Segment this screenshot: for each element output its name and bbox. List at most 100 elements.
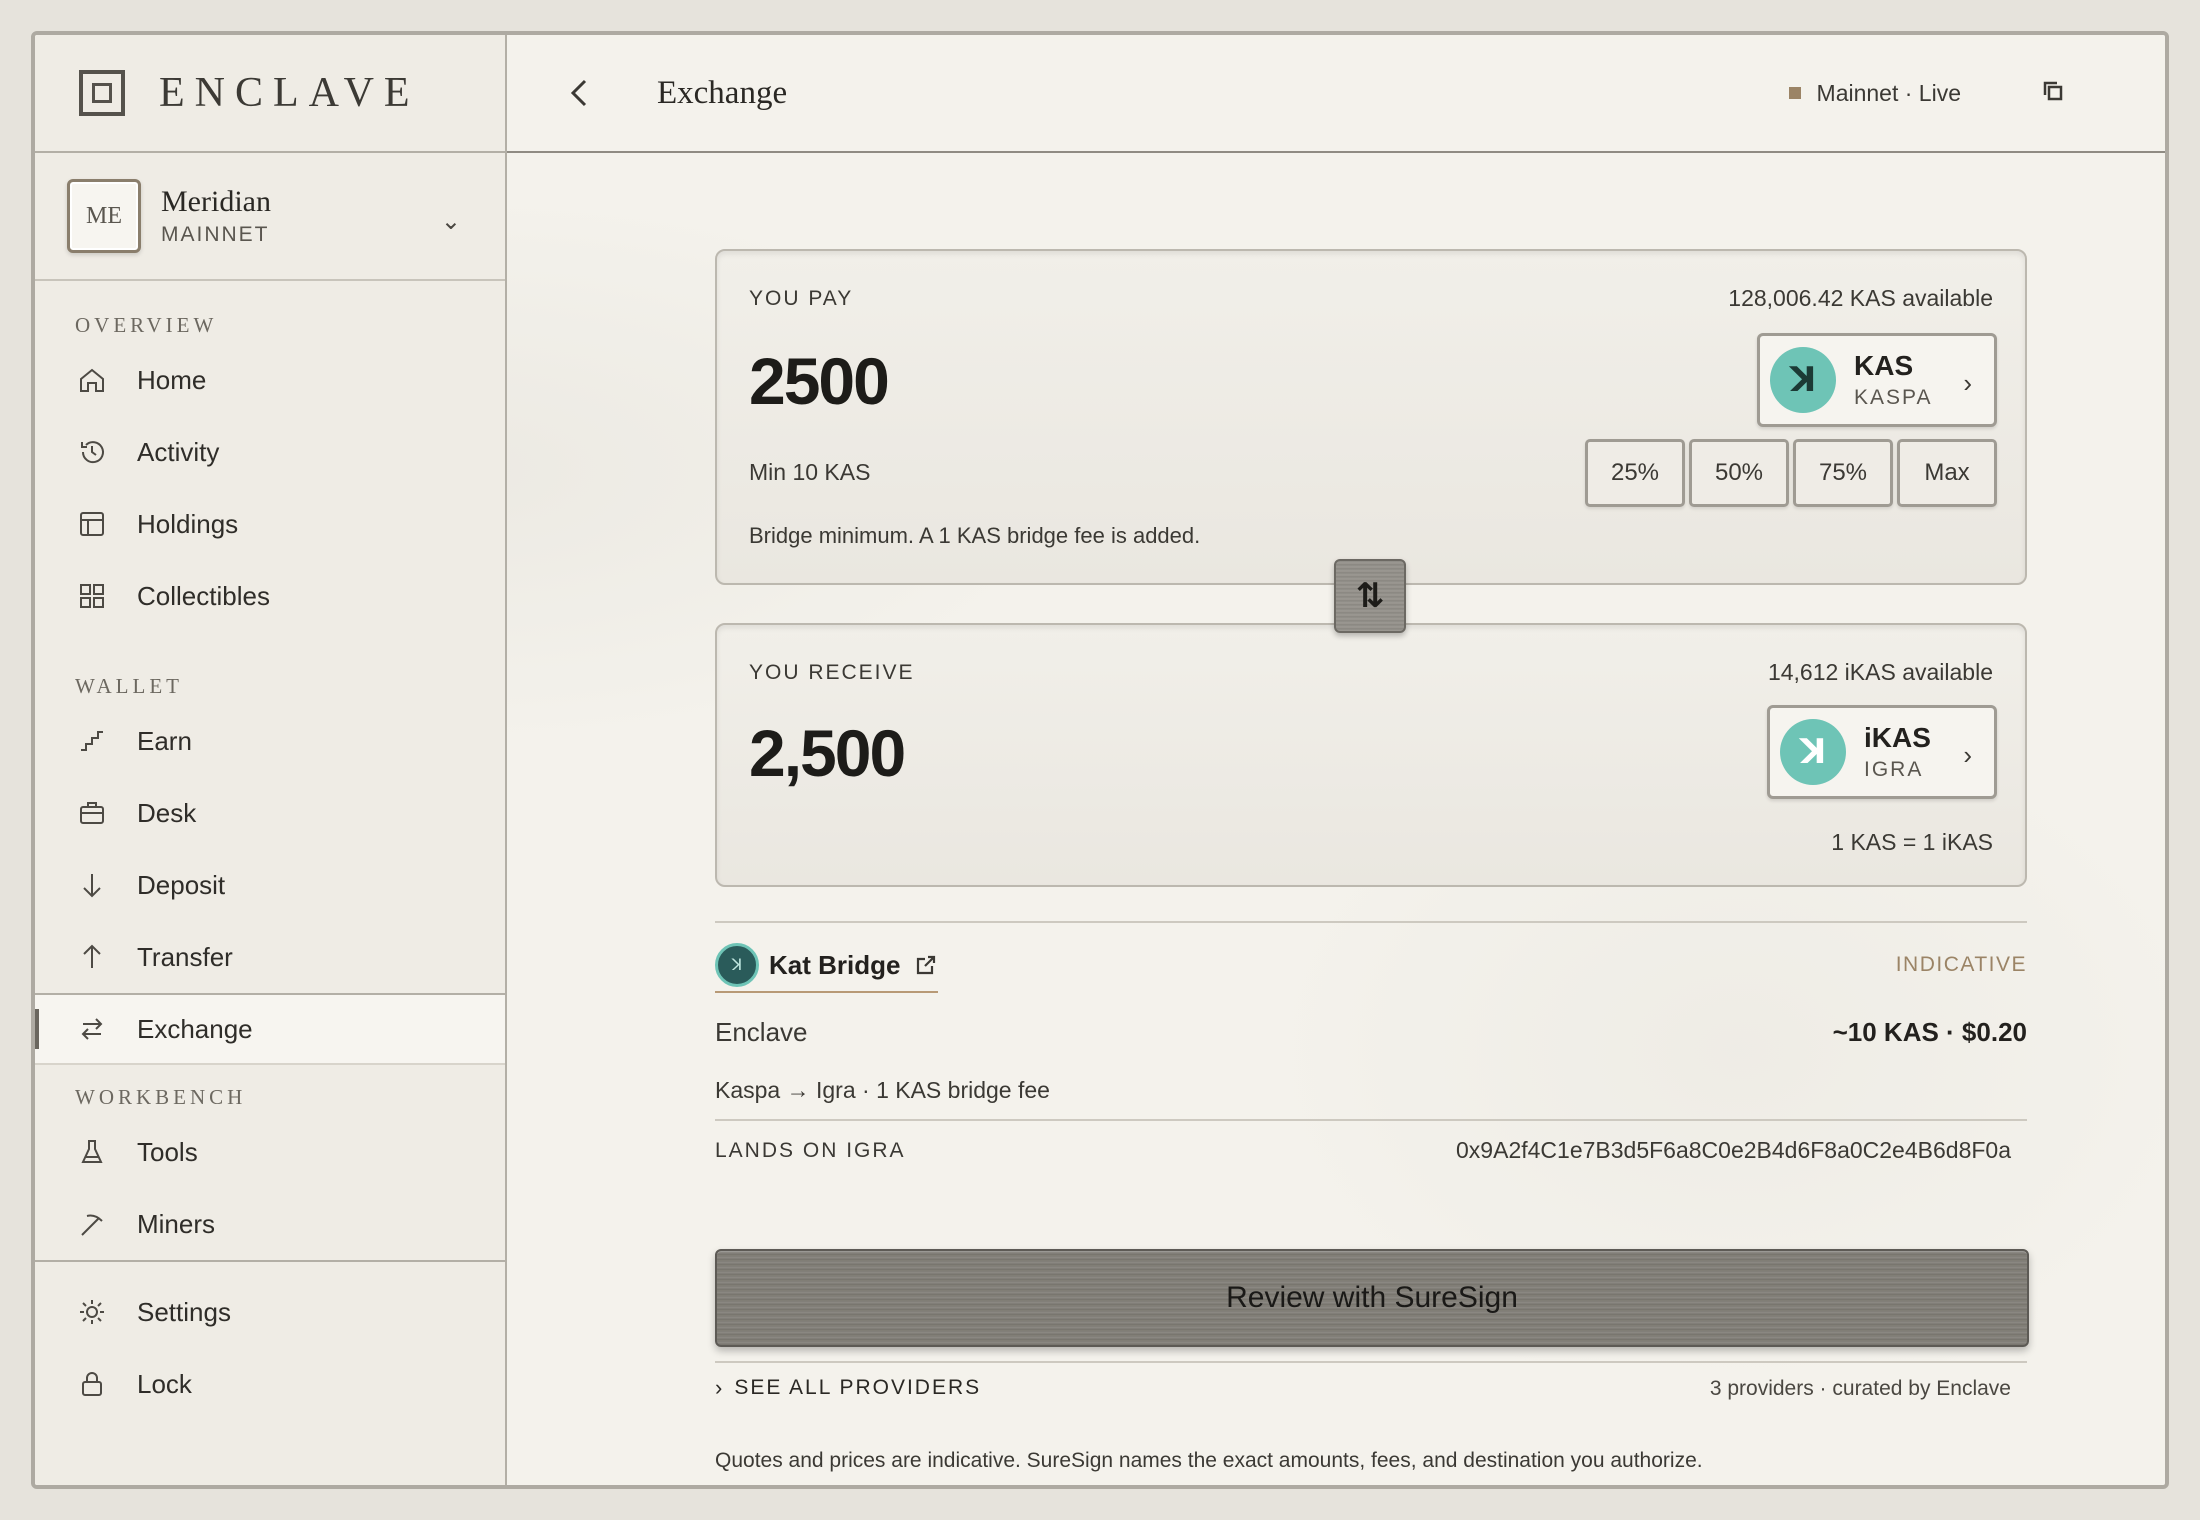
sidebar: ENCLAVE ME Meridian MAINNET ⌄ OVERVIEW H… [35,35,507,1485]
flask-icon [75,1135,109,1169]
percent-25-button[interactable]: 25% [1585,439,1685,507]
history-icon [75,435,109,469]
pickaxe-icon [75,1207,109,1241]
provider-name: Kat Bridge [769,949,901,980]
sidebar-item-label: Holdings [137,508,239,539]
section-label-workbench: WORKBENCH [75,1085,247,1109]
sidebar-item-settings[interactable]: Settings [35,1276,505,1348]
quote-source: Enclave [715,1017,808,1047]
enclave-logo-icon [79,70,125,116]
sidebar-item-label: Activity [137,436,220,467]
sidebar-item-label: Deposit [137,869,226,900]
pay-card: YOU PAY 128,006.42 KAS available 2500 ꓘ … [715,249,2027,585]
sidebar-item-label: Earn [137,725,192,756]
percent-50-button[interactable]: 50% [1689,439,1789,507]
divider [715,921,2027,923]
sidebar-item-collectibles[interactable]: Collectibles [35,560,505,632]
quote-row: Enclave ~10 KAS · $0.20 [715,1017,2027,1048]
receive-label: YOU RECEIVE [749,661,915,684]
exchange-rate: 1 KAS = 1 iKAS [1831,829,1993,855]
external-link-icon[interactable] [914,953,938,977]
pay-token-symbol: KAS [1854,350,1914,381]
copy-button[interactable] [2041,79,2069,107]
chevron-left-icon [570,79,587,107]
see-all-providers-label: SEE ALL PROVIDERS [734,1376,982,1399]
pay-amount-input[interactable]: 2500 [749,343,890,419]
sidebar-item-lock[interactable]: Lock [35,1348,505,1420]
pay-token-chain: KASPA [1854,386,1933,409]
back-button[interactable] [567,73,597,113]
sidebar-item-label: Exchange [137,1013,253,1044]
lock-icon [75,1367,109,1401]
chevron-down-icon[interactable]: ⌄ [441,207,461,236]
home-icon [75,363,109,397]
bridge-minimum-note: Bridge minimum. A 1 KAS bridge fee is ad… [749,523,1201,548]
sidebar-item-activity[interactable]: Activity [35,416,505,488]
page-title: Exchange [657,74,788,111]
disclaimer: Quotes and prices are indicative. SureSi… [715,1449,1703,1472]
receive-token-chain: IGRA [1864,758,1924,781]
kat-bridge-logo-icon: ꓘ [715,943,759,987]
steps-icon [75,724,109,758]
sidebar-item-holdings[interactable]: Holdings [35,488,505,560]
copy-icon [2043,81,2063,101]
chevron-right-icon: › [715,1375,725,1400]
percent-buttons: 25% 50% 75% Max [1585,439,1997,507]
sidebar-item-tools[interactable]: Tools [35,1116,505,1188]
network-status-label: Mainnet · Live [1816,79,1961,106]
receive-amount: 2,500 [749,716,906,790]
sidebar-item-label: Settings [137,1296,231,1327]
divider [715,1361,2027,1363]
grid-icon [75,579,109,613]
provider-link[interactable]: ꓘ Kat Bridge [715,943,939,993]
pay-token-selector[interactable]: ꓘ KAS KASPA › [1757,333,1997,427]
sidebar-item-label: Home [137,364,207,395]
provider-header: ꓘ Kat Bridge INDICATIVE [715,943,2027,993]
providers-meta: 3 providers · curated by Enclave [1709,1377,2011,1400]
receive-available: 14,612 iKAS available [1767,659,1993,685]
exchange-panel: YOU PAY 128,006.42 KAS available 2500 ꓘ … [507,153,2165,1485]
chevron-right-icon: › [1963,740,1972,770]
sidebar-item-earn[interactable]: Earn [35,705,505,777]
sidebar-item-label: Transfer [137,941,233,972]
sidebar-item-transfer[interactable]: Transfer [35,921,505,993]
sun-gear-icon [75,1295,109,1329]
briefcase-icon [75,796,109,830]
see-all-providers-toggle[interactable]: › SEE ALL PROVIDERS [715,1375,981,1401]
sidebar-item-label: Miners [137,1208,216,1239]
status-dot-icon [1788,87,1801,99]
pay-label: YOU PAY [749,287,854,310]
arrow-down-icon [75,868,109,902]
pay-min-text: Min 10 KAS [749,459,871,485]
network-status: Mainnet · Live [1788,79,1961,107]
kaspa-logo-icon: ꓘ [1770,347,1836,413]
sidebar-item-label: Desk [137,797,197,828]
section-label-wallet: WALLET [75,674,183,698]
table-icon [75,507,109,541]
section-label-overview: OVERVIEW [75,313,218,337]
sidebar-item-label: Lock [137,1368,192,1399]
destination-address: 0x9A2f4C1e7B3d5F6a8C0e2B4d6F8a0C2e4B6d8F… [1456,1137,2011,1163]
sidebar-item-label: Tools [137,1136,198,1167]
sidebar-item-miners[interactable]: Miners [35,1188,505,1260]
sidebar-item-home[interactable]: Home [35,344,505,416]
account-network: MAINNET [161,223,270,246]
pay-available: 128,006.42 KAS available [1728,285,1993,311]
account-name: Meridian [161,185,271,218]
review-with-suresign-button[interactable]: Review with SureSign [715,1249,2029,1347]
sidebar-item-exchange[interactable]: Exchange [35,993,505,1065]
sidebar-item-desk[interactable]: Desk [35,777,505,849]
account-switcher[interactable]: ME Meridian MAINNET ⌄ [35,153,505,281]
swap-arrows-icon [75,1012,109,1046]
max-button[interactable]: Max [1897,439,1997,507]
percent-75-button[interactable]: 75% [1793,439,1893,507]
sidebar-item-deposit[interactable]: Deposit [35,849,505,921]
divider [715,1119,2027,1121]
chevron-right-icon: › [1963,368,1972,398]
receive-card: YOU RECEIVE 14,612 iKAS available 2,500 … [715,623,2027,887]
app-window: ENCLAVE ME Meridian MAINNET ⌄ OVERVIEW H… [31,31,2169,1489]
swap-direction-button[interactable]: ⇅ [1334,559,1406,633]
receive-token-selector[interactable]: ꓘ iKAS IGRA › [1767,705,1997,799]
brand-name: ENCLAVE [159,70,420,116]
igra-logo-icon: ꓘ [1780,719,1846,785]
